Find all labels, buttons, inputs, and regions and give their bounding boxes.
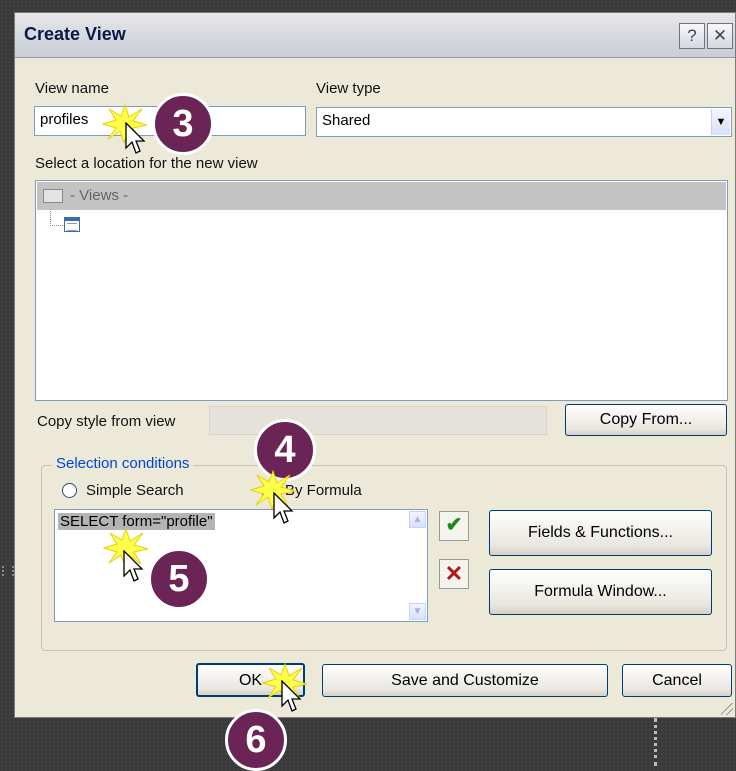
step-badge-6: 6 xyxy=(225,709,287,771)
simple-search-label: Simple Search xyxy=(86,482,184,499)
background-dotted-mark xyxy=(2,566,14,576)
background-dotted-line xyxy=(654,718,661,766)
copy-from-button[interactable]: Copy From... xyxy=(565,404,727,436)
selection-conditions-legend: Selection conditions xyxy=(52,455,194,472)
step-badge-3: 3 xyxy=(152,93,214,155)
view-name-label: View name xyxy=(35,80,109,97)
cancel-formula-button[interactable]: ✕ xyxy=(439,559,469,589)
help-button[interactable]: ? xyxy=(679,23,705,49)
by-formula-label: By Formula xyxy=(285,482,362,499)
view-item-icon[interactable] xyxy=(64,217,80,232)
view-type-select[interactable]: Shared ▼ xyxy=(316,107,732,137)
simple-search-radio[interactable] xyxy=(62,483,77,498)
mouse-cursor-icon xyxy=(125,122,146,154)
dialog-title: Create View xyxy=(24,24,126,44)
resize-grip-icon[interactable] xyxy=(721,703,733,715)
tree-root-label: - Views - xyxy=(70,187,129,204)
tree-root-item[interactable]: - Views - xyxy=(37,182,726,210)
view-type-value: Shared xyxy=(322,112,371,129)
chevron-down-icon[interactable]: ▼ xyxy=(711,109,730,135)
cross-icon: ✕ xyxy=(444,561,464,586)
mouse-cursor-icon xyxy=(281,680,302,712)
close-button[interactable]: ✕ xyxy=(707,23,733,49)
location-tree[interactable]: - Views - xyxy=(35,180,728,401)
location-label: Select a location for the new view xyxy=(35,155,258,172)
checkmark-icon: ✔ xyxy=(445,514,463,536)
views-folder-icon xyxy=(43,189,63,203)
save-and-customize-button[interactable]: Save and Customize xyxy=(322,664,608,697)
copy-style-label: Copy style from view xyxy=(37,413,176,430)
tree-connector xyxy=(50,211,63,226)
mouse-cursor-icon xyxy=(123,550,144,582)
step-badge-5: 5 xyxy=(148,548,210,610)
accept-formula-button[interactable]: ✔ xyxy=(439,511,469,541)
mouse-cursor-icon xyxy=(273,492,294,524)
title-bar: Create View ? ✕ xyxy=(15,13,735,58)
fields-functions-button[interactable]: Fields & Functions... xyxy=(489,510,712,556)
cancel-button[interactable]: Cancel xyxy=(622,664,732,697)
formula-window-button[interactable]: Formula Window... xyxy=(489,569,712,615)
scroll-up-button[interactable]: ▲ xyxy=(409,511,426,528)
view-type-label: View type xyxy=(316,80,381,97)
scroll-down-button[interactable]: ▼ xyxy=(409,603,426,620)
